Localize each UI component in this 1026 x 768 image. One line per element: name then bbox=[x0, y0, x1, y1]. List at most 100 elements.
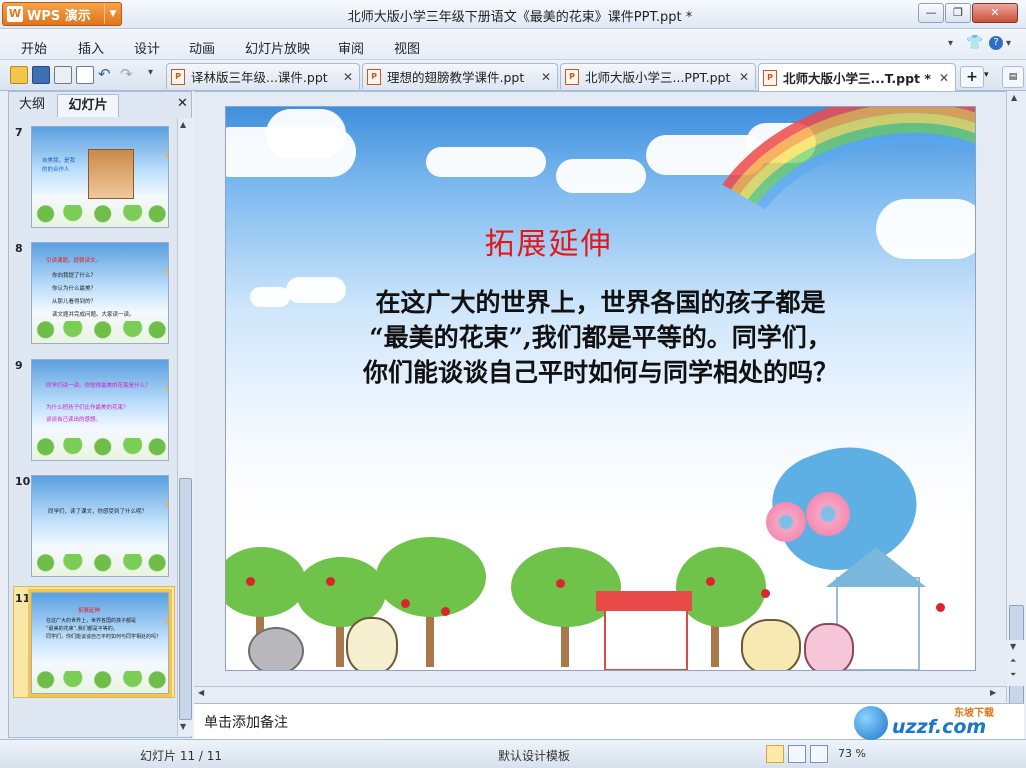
scroll-down-icon[interactable]: ▼ bbox=[1010, 642, 1016, 651]
shirt-icon[interactable]: 👕 bbox=[966, 35, 983, 51]
thumb-text: 同学们读一读。你觉得最美的花束是什么？ bbox=[46, 383, 151, 389]
slide-title-text: 拓展延伸 bbox=[484, 227, 613, 262]
slide-number: 11 bbox=[15, 592, 31, 605]
document-title: 北师大版小学三年级下册语文《最美的花束》课件PPT.ppt * bbox=[347, 10, 693, 25]
flower-graphic bbox=[766, 502, 806, 542]
slide-sorter-view-icon[interactable] bbox=[788, 745, 806, 763]
ppt-file-icon: P bbox=[763, 69, 777, 86]
sheep-character bbox=[248, 627, 304, 670]
close-tab-icon[interactable]: ✕ bbox=[939, 71, 949, 85]
menu-insert[interactable]: 插入 bbox=[78, 38, 104, 57]
close-window-button[interactable]: ✕ bbox=[972, 3, 1018, 23]
app-name: WPS 演示 bbox=[27, 8, 91, 24]
doc-tab-3[interactable]: P 北师大版小学三...PPT.ppt ✕ bbox=[560, 63, 756, 89]
slide-thumbnail-10[interactable]: 同学们，读了课文，你感受到了什么呢？ bbox=[31, 475, 169, 577]
thumb-text: 自美我，是我 bbox=[42, 158, 76, 164]
slide-title[interactable]: 拓展延伸 bbox=[226, 219, 975, 263]
print-preview-icon[interactable] bbox=[76, 66, 94, 84]
wps-app-menu-button[interactable]: W WPS 演示 ▼ bbox=[2, 2, 122, 26]
thumb-text: “最美的花束”,我们都是平等的。 bbox=[46, 626, 118, 632]
slide-thumbnail-7[interactable]: 自美我，是我 的的合作人 bbox=[31, 126, 169, 228]
save-icon[interactable] bbox=[32, 66, 50, 84]
notes-placeholder: 单击添加备注 bbox=[204, 715, 288, 731]
doc-tab-2[interactable]: P 理想的翅膀教学课件.ppt ✕ bbox=[362, 63, 558, 89]
chevron-down-icon[interactable]: ▾ bbox=[1006, 38, 1011, 49]
slide-body-line-2[interactable]: “最美的花束”,我们都是平等的。同学们， bbox=[226, 318, 975, 354]
menu-view[interactable]: 视图 bbox=[394, 38, 420, 57]
slide-thumbnail-8[interactable]: 引读课题，提朝读文。 你向我提了什么？ 你认为什么最美？ 从那儿看得到的？ 读文… bbox=[31, 242, 169, 344]
slide-body-line-1[interactable]: 在这广大的世界上，世界各国的孩子都是 bbox=[226, 283, 975, 319]
chevron-down-icon[interactable]: ▾ bbox=[984, 70, 989, 80]
menu-home[interactable]: 开始 bbox=[21, 38, 47, 57]
thumb-text: 在这广大的世界上，世界各国的孩子都是 bbox=[46, 618, 137, 624]
thumb-text: 拓展延伸 bbox=[78, 608, 101, 614]
slide-scrollbar[interactable]: ▲ bbox=[1006, 91, 1025, 727]
doc-tab-label: 理想的翅膀教学课件.ppt bbox=[387, 70, 525, 85]
tab-slides[interactable]: 幻灯片 bbox=[57, 94, 119, 117]
pink-rabbit-character bbox=[804, 623, 854, 670]
scroll-up-icon[interactable]: ▲ bbox=[180, 120, 186, 129]
chevron-down-icon[interactable]: ▼ bbox=[104, 4, 121, 24]
wps-logo-icon: W bbox=[7, 6, 23, 22]
next-slide-icon[interactable]: ⏷ bbox=[1010, 670, 1016, 680]
help-icon[interactable]: ? bbox=[989, 36, 1003, 50]
dog-character bbox=[741, 619, 801, 670]
customize-toolbar-icon[interactable]: ▾ bbox=[148, 67, 153, 78]
slide-number: 9 bbox=[15, 359, 23, 372]
thumb-text: 你向我提了什么？ bbox=[52, 273, 97, 279]
current-slide[interactable]: 拓展延伸 在这广大的世界上，世界各国的孩子都是 “最美的花束”,我们都是平等的。… bbox=[225, 106, 976, 671]
thumb-text: 谈谈自己读出的感想。 bbox=[46, 417, 102, 423]
slide-thumbnail-11[interactable]: 拓展延伸 在这广大的世界上，世界各国的孩子都是 “最美的花束”,我们都是平等的。… bbox=[28, 589, 172, 697]
thumb-text: 同学们，你们能谈谈自己平时如何与同学相处的吗？ bbox=[46, 634, 162, 640]
thumbnail-scrollbar[interactable]: ▲ ▼ bbox=[177, 118, 192, 736]
chevron-down-icon[interactable]: ▾ bbox=[948, 38, 953, 49]
menu-slideshow[interactable]: 幻灯片放映 bbox=[245, 38, 310, 57]
scroll-right-icon[interactable]: ▶ bbox=[990, 688, 996, 697]
previous-slide-icon[interactable]: ⏶ bbox=[1010, 656, 1016, 666]
slide-number: 8 bbox=[15, 242, 23, 255]
menu-animation[interactable]: 动画 bbox=[189, 38, 215, 57]
doc-tab-label: 北师大版小学三...PPT.ppt bbox=[585, 70, 731, 85]
ppt-file-icon: P bbox=[171, 68, 185, 85]
watermark-text: uzzf.com bbox=[892, 716, 987, 738]
open-folder-icon[interactable] bbox=[10, 66, 28, 84]
thumbnail-list: 7 自美我，是我 的的合作人 8 引读课题，提朝读文。 你向我提了什么？ 你认为… bbox=[9, 118, 177, 738]
doc-tab-4-active[interactable]: P 北师大版小学三...T.ppt * ✕ bbox=[758, 63, 956, 91]
scroll-down-icon[interactable]: ▼ bbox=[180, 722, 186, 731]
scrollbar-thumb[interactable] bbox=[179, 478, 192, 720]
redo-icon[interactable]: ↷ bbox=[120, 65, 133, 83]
print-icon[interactable] bbox=[54, 66, 72, 84]
menu-bar: 开始 插入 设计 动画 幻灯片放映 审阅 视图 ▾ 👕 ? ▾ bbox=[0, 29, 1026, 60]
normal-view-icon[interactable] bbox=[766, 745, 784, 763]
minimize-button[interactable]: — bbox=[918, 3, 944, 23]
slide-navigation: ▼ ⏶ ⏷ bbox=[1006, 640, 1024, 686]
doc-tab-label: 译林版三年级...课件.ppt bbox=[191, 70, 328, 85]
doc-tab-label: 北师大版小学三...T.ppt * bbox=[783, 71, 931, 86]
watermark-subtext: 东坡下载 bbox=[954, 708, 994, 719]
slide-body-line-3[interactable]: 你们能谈谈自己平时如何与同学相处的吗？ bbox=[226, 353, 975, 389]
slideshow-view-icon[interactable] bbox=[810, 745, 828, 763]
tab-list-button[interactable]: ▤ bbox=[1002, 66, 1024, 88]
thumb-text: 读文题并完成问题。大家读一读。 bbox=[52, 312, 135, 318]
new-tab-button[interactable]: + bbox=[960, 66, 984, 88]
thumb-text: 的的合作人 bbox=[42, 167, 70, 173]
thumb-text: 你认为什么最美？ bbox=[52, 286, 97, 292]
close-panel-icon[interactable]: ✕ bbox=[177, 96, 188, 111]
watermark-logo: uzzf.com 东坡下载 bbox=[854, 704, 1022, 744]
undo-icon[interactable]: ↶ bbox=[98, 65, 111, 83]
maximize-button[interactable]: ❐ bbox=[945, 3, 971, 23]
close-tab-icon[interactable]: ✕ bbox=[343, 70, 353, 84]
slides-panel: 大纲 幻灯片 ✕ 7 自美我，是我 的的合作人 8 引读课题，提朝读文。 你向我… bbox=[8, 91, 192, 738]
close-tab-icon[interactable]: ✕ bbox=[739, 70, 749, 84]
slide-number: 10 bbox=[15, 475, 31, 488]
menu-review[interactable]: 审阅 bbox=[338, 38, 364, 57]
scroll-left-icon[interactable]: ◀ bbox=[198, 688, 204, 697]
tab-outline[interactable]: 大纲 bbox=[13, 94, 51, 116]
horizontal-scrollbar[interactable]: ◀ ▶ bbox=[194, 686, 1006, 703]
menu-design[interactable]: 设计 bbox=[134, 38, 160, 57]
close-tab-icon[interactable]: ✕ bbox=[541, 70, 551, 84]
scroll-up-icon[interactable]: ▲ bbox=[1011, 93, 1017, 102]
slide-thumbnail-9[interactable]: 同学们读一读。你觉得最美的花束是什么？ 为什么把孩子们比作最美的花束？ 谈谈自己… bbox=[31, 359, 169, 461]
doc-tab-1[interactable]: P 译林版三年级...课件.ppt ✕ bbox=[166, 63, 360, 89]
photo-image bbox=[88, 149, 134, 199]
